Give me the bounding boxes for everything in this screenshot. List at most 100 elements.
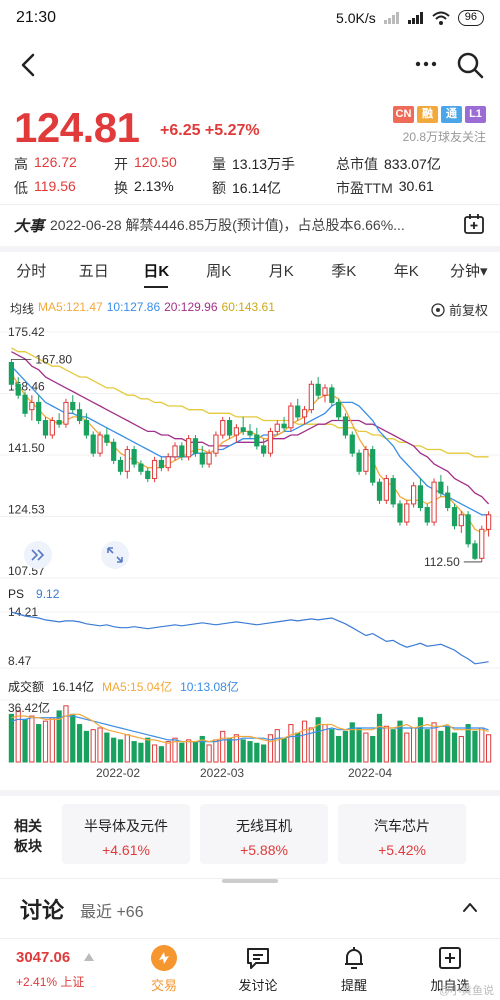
tab-intraday[interactable]: 分时 [0,258,63,288]
ma20-value: 20:129.96 [164,300,218,314]
comment-icon [247,948,269,969]
candlestick-chart[interactable]: 175.42158.46141.50124.53107.57167.80112.… [0,318,500,588]
volume-bar [458,735,464,763]
candle [438,474,444,497]
nav-label: 发讨论 [238,978,278,993]
sector-name: 汽车芯片 [374,818,430,834]
candle [76,402,83,425]
drag-handle[interactable] [222,879,278,883]
candle-body [192,438,199,454]
volume-bar [49,717,55,763]
ps-chart[interactable]: 14.218.47 [0,602,500,672]
back-icon[interactable] [14,50,44,80]
status-time: 21:30 [16,9,57,26]
tab-quarterly-k[interactable]: 季K [313,258,376,288]
sector-card-semiconductor[interactable]: 半导体及元件 +4.61% [62,804,190,864]
calendar-add-icon[interactable] [462,212,486,236]
ps-title: PS [8,587,25,601]
volume-bar [165,741,171,763]
tab-monthly-k[interactable]: 月K [250,258,313,288]
candle-body [315,383,321,396]
index-value[interactable]: 3047.06 [16,949,70,966]
sector-change: +4.61% [102,842,150,858]
y-tick-label: 141.50 [8,441,45,455]
index-change[interactable]: +2.41% 上证 [16,973,84,990]
candle-body [179,445,185,458]
nav-post-discussion[interactable]: 发讨论 [218,941,298,994]
candle-body [370,449,376,483]
candle [220,416,226,439]
bottom-bar: 3047.06 +2.41% 上证 交易 发讨论 提醒 加自选 @小黄鱼说 [0,938,500,1000]
candle-body [42,420,49,436]
stat-market-cap: 总市值 833.07亿 [336,156,441,172]
sector-card-auto-chip[interactable]: 汽车芯片 +5.42% [338,804,466,864]
tab-yearly-k[interactable]: 年K [375,258,438,288]
tab-five-day[interactable]: 五日 [63,258,126,288]
candle [424,503,430,526]
event-banner[interactable]: 大事 2022-06-28 解禁4446.85万股(预计值)，占总股本6.66%… [14,212,494,238]
tag-cn[interactable]: CN [393,106,414,123]
stat-amount: 额 16.14亿 [212,180,282,196]
current-price: 124.81 [14,104,140,151]
tag-connect[interactable]: 通 [441,106,462,123]
tab-weekly-k[interactable]: 周K [188,258,251,288]
candle-body [308,383,314,411]
candle-body [29,401,35,411]
y-tick-label: 124.53 [8,503,45,517]
candle-body [404,503,410,523]
sector-card-wireless-earphone[interactable]: 无线耳机 +5.88% [200,804,328,864]
ps-value: 9.12 [36,587,60,601]
volume-chart[interactable]: 36.42亿 [0,696,500,764]
candle [356,449,362,475]
candle-body [145,470,151,480]
tab-daily-k[interactable]: 日K [125,258,188,288]
candle-body [376,481,383,501]
volume-bar [15,710,21,763]
candle-body [485,514,492,530]
nav-reminder[interactable]: 提醒 [314,941,394,994]
volume-bar [145,737,151,763]
volume-bar [370,735,376,763]
nav-trade[interactable]: 交易 [124,941,204,994]
follower-count: 20.8万球友关注 [402,130,486,144]
volume-ma10-line [11,715,489,743]
expand-panel-icon[interactable] [24,541,52,569]
candle-body [49,420,55,436]
volume-bar [233,734,239,763]
volume-bar [410,727,417,763]
sector-name: 半导体及元件 [84,818,168,834]
tab-minute[interactable]: 分钟▾ [438,258,500,288]
volume-bar [254,742,260,763]
candle [376,478,383,504]
candle [42,416,49,439]
candle-body [383,478,389,501]
volume-bar [485,734,492,763]
discussion-header[interactable]: 讨论 最近 +66 [0,878,500,938]
volume-bar [295,732,301,763]
search-icon[interactable] [455,50,485,80]
min-label: 112.50 [424,555,460,569]
stock-tags: CN 融 通 L1 [393,106,486,123]
tag-margin[interactable]: 融 [417,106,438,123]
add-watchlist-icon [439,947,461,969]
max-label: 167.80 [35,353,72,367]
adjust-toggle[interactable]: 前复权 [431,300,488,319]
candle [301,406,308,425]
more-icon[interactable] [414,60,438,68]
candle [90,431,96,457]
candle [397,500,403,526]
section-gap [0,790,500,796]
chevron-up-icon[interactable] [462,901,478,913]
candle [322,384,328,403]
candle-body [233,427,239,436]
volume-bar [267,734,274,763]
volume-bar [97,727,103,763]
tag-level1[interactable]: L1 [465,106,486,123]
candle-body [104,434,110,443]
candle [131,445,137,468]
candle-body [56,420,62,425]
candle [383,474,389,504]
candle-body [445,492,451,509]
fullscreen-icon[interactable] [101,541,129,569]
candle [22,391,28,417]
